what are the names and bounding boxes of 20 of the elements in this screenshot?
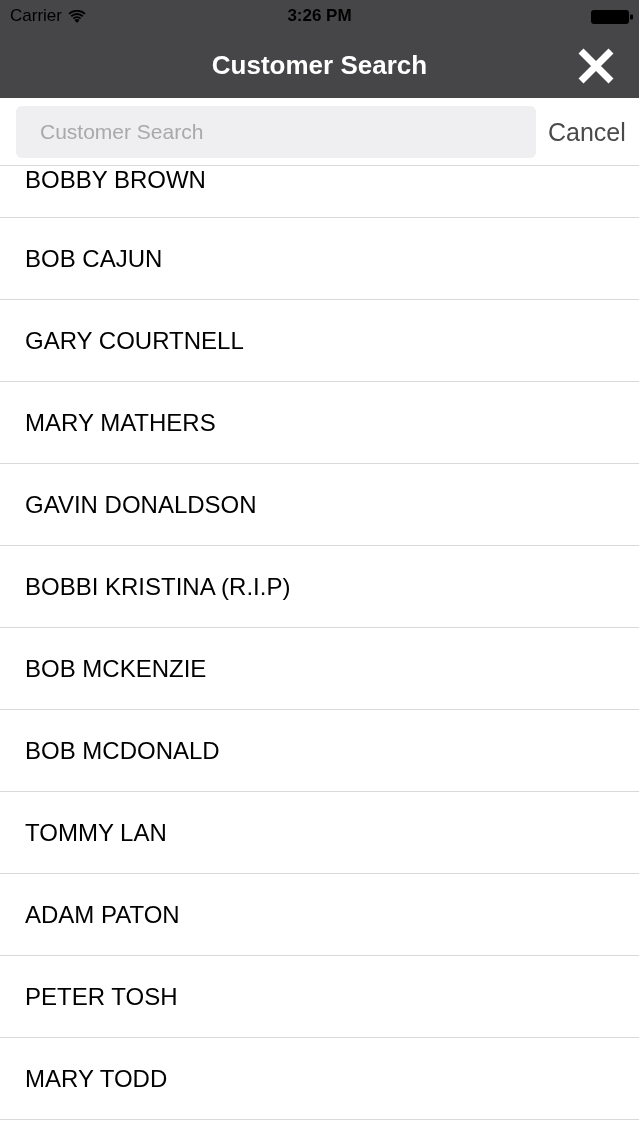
customer-row[interactable]: BOBBI KRISTINA (R.I.P) — [0, 546, 639, 628]
clock-label: 3:26 PM — [287, 6, 352, 26]
customer-row[interactable]: GAVIN DONALDSON — [0, 464, 639, 546]
customer-row[interactable]: BOB CAJUN — [0, 218, 639, 300]
customer-row[interactable]: BOB MCDONALD — [0, 710, 639, 792]
search-field[interactable]: Customer Search — [16, 105, 536, 158]
close-icon — [577, 47, 615, 85]
battery-icon — [591, 10, 633, 24]
customer-row[interactable]: TOMMY LAN — [0, 792, 639, 874]
customer-row[interactable]: MARY TODD — [0, 1038, 639, 1120]
carrier-label: Carrier — [10, 6, 62, 26]
customer-row[interactable]: PETER TOSH — [0, 956, 639, 1038]
customer-row[interactable]: GARY COURTNELL — [0, 300, 639, 382]
customer-row[interactable]: MARY MATHERS — [0, 382, 639, 464]
customer-row[interactable]: BOB MCKENZIE — [0, 628, 639, 710]
cancel-button[interactable]: Cancel — [548, 116, 626, 147]
wifi-icon — [67, 9, 86, 23]
screen-title: Customer Search — [211, 50, 428, 80]
customer-row[interactable]: BOBBY BROWN — [0, 166, 639, 218]
customer-row[interactable]: ADAM PATON — [0, 874, 639, 956]
